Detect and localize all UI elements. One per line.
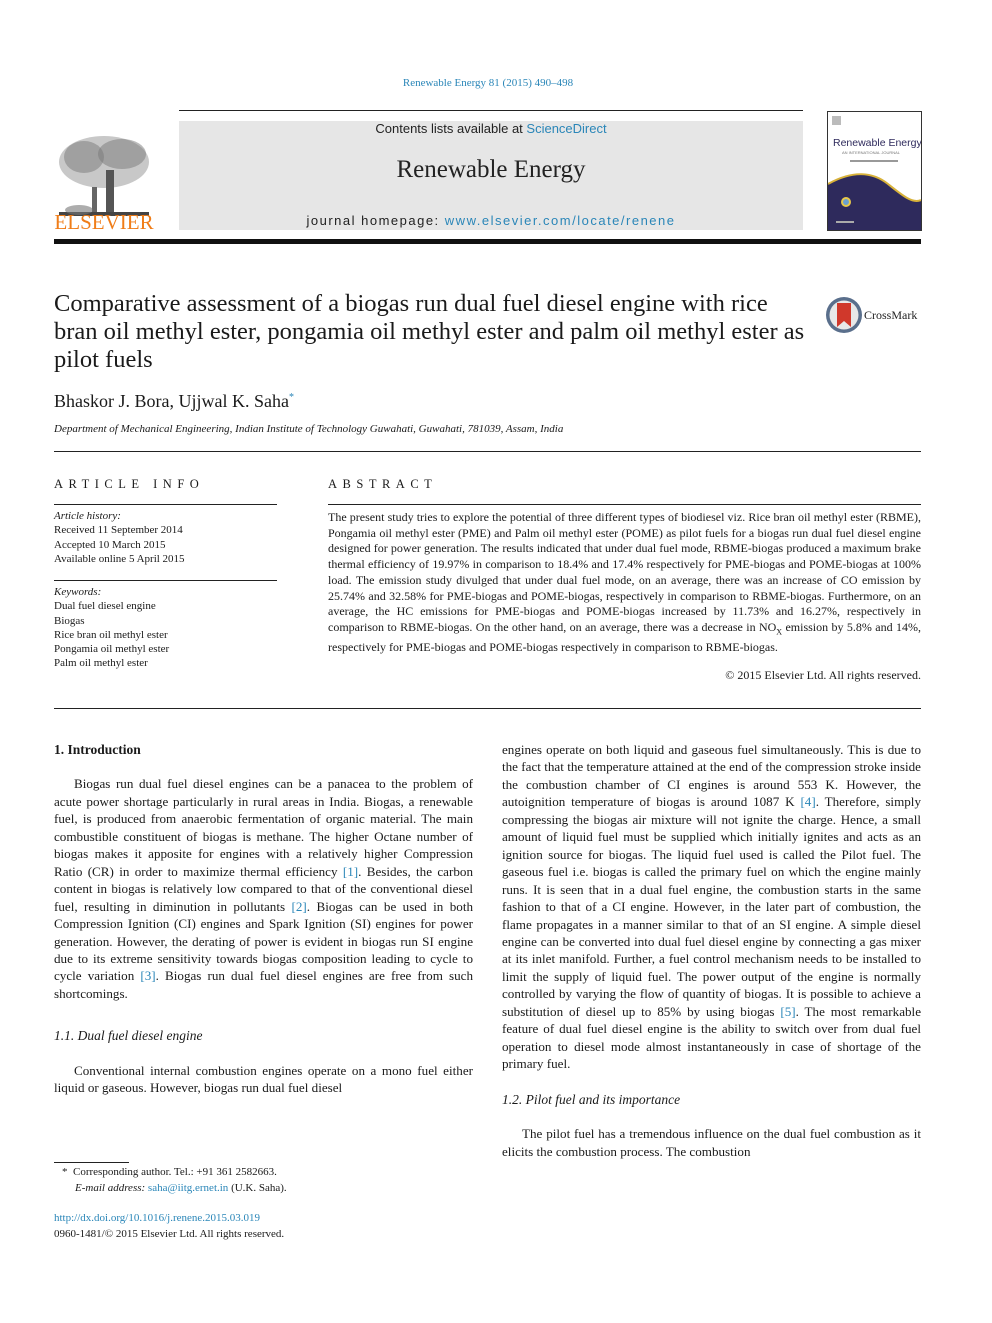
affiliation-rule xyxy=(54,451,921,452)
history-online: Available online 5 April 2015 xyxy=(54,552,185,565)
affiliation: Department of Mechanical Engineering, In… xyxy=(54,423,564,435)
body-right-column: engines operate on both liquid and gaseo… xyxy=(502,741,921,1160)
keyword-item: Dual fuel diesel engine xyxy=(54,600,156,613)
history-received: Received 11 September 2014 xyxy=(54,524,183,537)
keywords: Keywords: Dual fuel diesel engine Biogas… xyxy=(54,585,276,671)
corresponding-author-mark[interactable]: * xyxy=(289,392,294,403)
keyword-item: Palm oil methyl ester xyxy=(54,657,148,670)
citation-link-2[interactable]: [2] xyxy=(292,899,307,914)
keywords-label: Keywords: xyxy=(54,586,102,598)
journal-reference-link[interactable]: Renewable Energy 81 (2015) 490–498 xyxy=(0,77,976,89)
keywords-rule xyxy=(54,580,277,581)
footnote-marker: * xyxy=(62,1166,68,1178)
article-title: Comparative assessment of a biogas run d… xyxy=(54,290,805,373)
abstract-text: The present study tries to explore the p… xyxy=(328,510,921,656)
abstract-body: The present study tries to explore the p… xyxy=(328,510,921,634)
homepage-prefix: journal homepage: xyxy=(306,213,445,228)
section-heading-introduction: 1. Introduction xyxy=(54,742,141,757)
history-accepted: Accepted 10 March 2015 xyxy=(54,538,166,551)
text: . Therefore, simply compressing the biog… xyxy=(502,794,921,1019)
abstract-bottom-rule xyxy=(54,708,921,709)
header-top-rule xyxy=(179,110,803,111)
crossmark-button[interactable]: CrossMark xyxy=(824,295,924,335)
authors-text: Bhaskor J. Bora, Ujjwal K. Saha xyxy=(54,391,289,411)
doi-link[interactable]: http://dx.doi.org/10.1016/j.renene.2015.… xyxy=(54,1211,284,1227)
abstract-rule xyxy=(328,504,921,505)
email-suffix: (U.K. Saha). xyxy=(228,1181,287,1194)
sciencedirect-link[interactable]: ScienceDirect xyxy=(526,121,606,136)
article-history: Article history: Received 11 September 2… xyxy=(54,509,276,566)
history-label: Article history: xyxy=(54,510,121,522)
email-link[interactable]: saha@iitg.ernet.in xyxy=(148,1182,228,1194)
journal-cover-thumbnail[interactable]: Renewable Energy AN INTERNATIONAL JOURNA… xyxy=(827,111,922,231)
footnote-contact: Corresponding author. Tel.: +91 361 2582… xyxy=(73,1166,277,1178)
contents-prefix: Contents lists available at xyxy=(375,121,527,136)
doi-block: http://dx.doi.org/10.1016/j.renene.2015.… xyxy=(54,1211,284,1242)
article-info-rule xyxy=(54,504,277,505)
homepage-link[interactable]: www.elsevier.com/locate/renene xyxy=(445,213,676,228)
intro-paragraph: Biogas run dual fuel diesel engines can … xyxy=(54,775,473,1002)
author-list: Bhaskor J. Bora, Ujjwal K. Saha* xyxy=(54,391,294,412)
footnote-rule xyxy=(54,1162,129,1163)
crossmark-icon xyxy=(826,297,862,333)
keyword-item: Rice bran oil methyl ester xyxy=(54,628,168,641)
header-bottom-rule xyxy=(54,239,921,244)
keyword-item: Pongamia oil methyl ester xyxy=(54,643,170,656)
citation-link-4[interactable]: [4] xyxy=(800,794,815,809)
homepage-line: journal homepage: www.elsevier.com/locat… xyxy=(179,213,803,228)
issn-copyright: 0960-1481/© 2015 Elsevier Ltd. All right… xyxy=(54,1227,285,1240)
citation-link-1[interactable]: [1] xyxy=(343,864,358,879)
abstract-heading: ABSTRACT xyxy=(328,477,438,491)
journal-name: Renewable Energy xyxy=(396,156,586,183)
section-heading-pilot-fuel: 1.2. Pilot fuel and its importance xyxy=(502,1091,681,1107)
footnote: * Corresponding author. Tel.: +91 361 25… xyxy=(54,1165,287,1196)
dual-fuel-paragraph-continued: engines operate on both liquid and gaseo… xyxy=(502,741,921,1073)
pilot-fuel-paragraph: The pilot fuel has a tremendous influenc… xyxy=(502,1126,921,1159)
svg-text:AN INTERNATIONAL JOURNAL: AN INTERNATIONAL JOURNAL xyxy=(842,150,901,155)
article-info-heading: ARTICLE INFO xyxy=(54,477,205,491)
contents-line: Contents lists available at ScienceDirec… xyxy=(179,121,803,136)
abstract-copyright: © 2015 Elsevier Ltd. All rights reserved… xyxy=(725,668,921,682)
email-label: E-mail address: xyxy=(75,1181,148,1194)
keyword-item: Biogas xyxy=(54,614,85,627)
dual-fuel-paragraph-start: Conventional internal combustion engines… xyxy=(54,1062,473,1096)
body-left-column: 1. Introduction Biogas run dual fuel die… xyxy=(54,741,473,1097)
crossmark-label: CrossMark xyxy=(864,308,918,322)
cover-art: Renewable Energy AN INTERNATIONAL JOURNA… xyxy=(828,116,921,230)
cover-title-text: Renewable Energy xyxy=(833,137,921,149)
elsevier-wordmark: ELSEVIER xyxy=(54,210,154,234)
citation-link-3[interactable]: [3] xyxy=(140,968,155,983)
section-heading-dual-fuel: 1.1. Dual fuel diesel engine xyxy=(54,1028,203,1044)
citation-link-5[interactable]: [5] xyxy=(780,1004,795,1019)
